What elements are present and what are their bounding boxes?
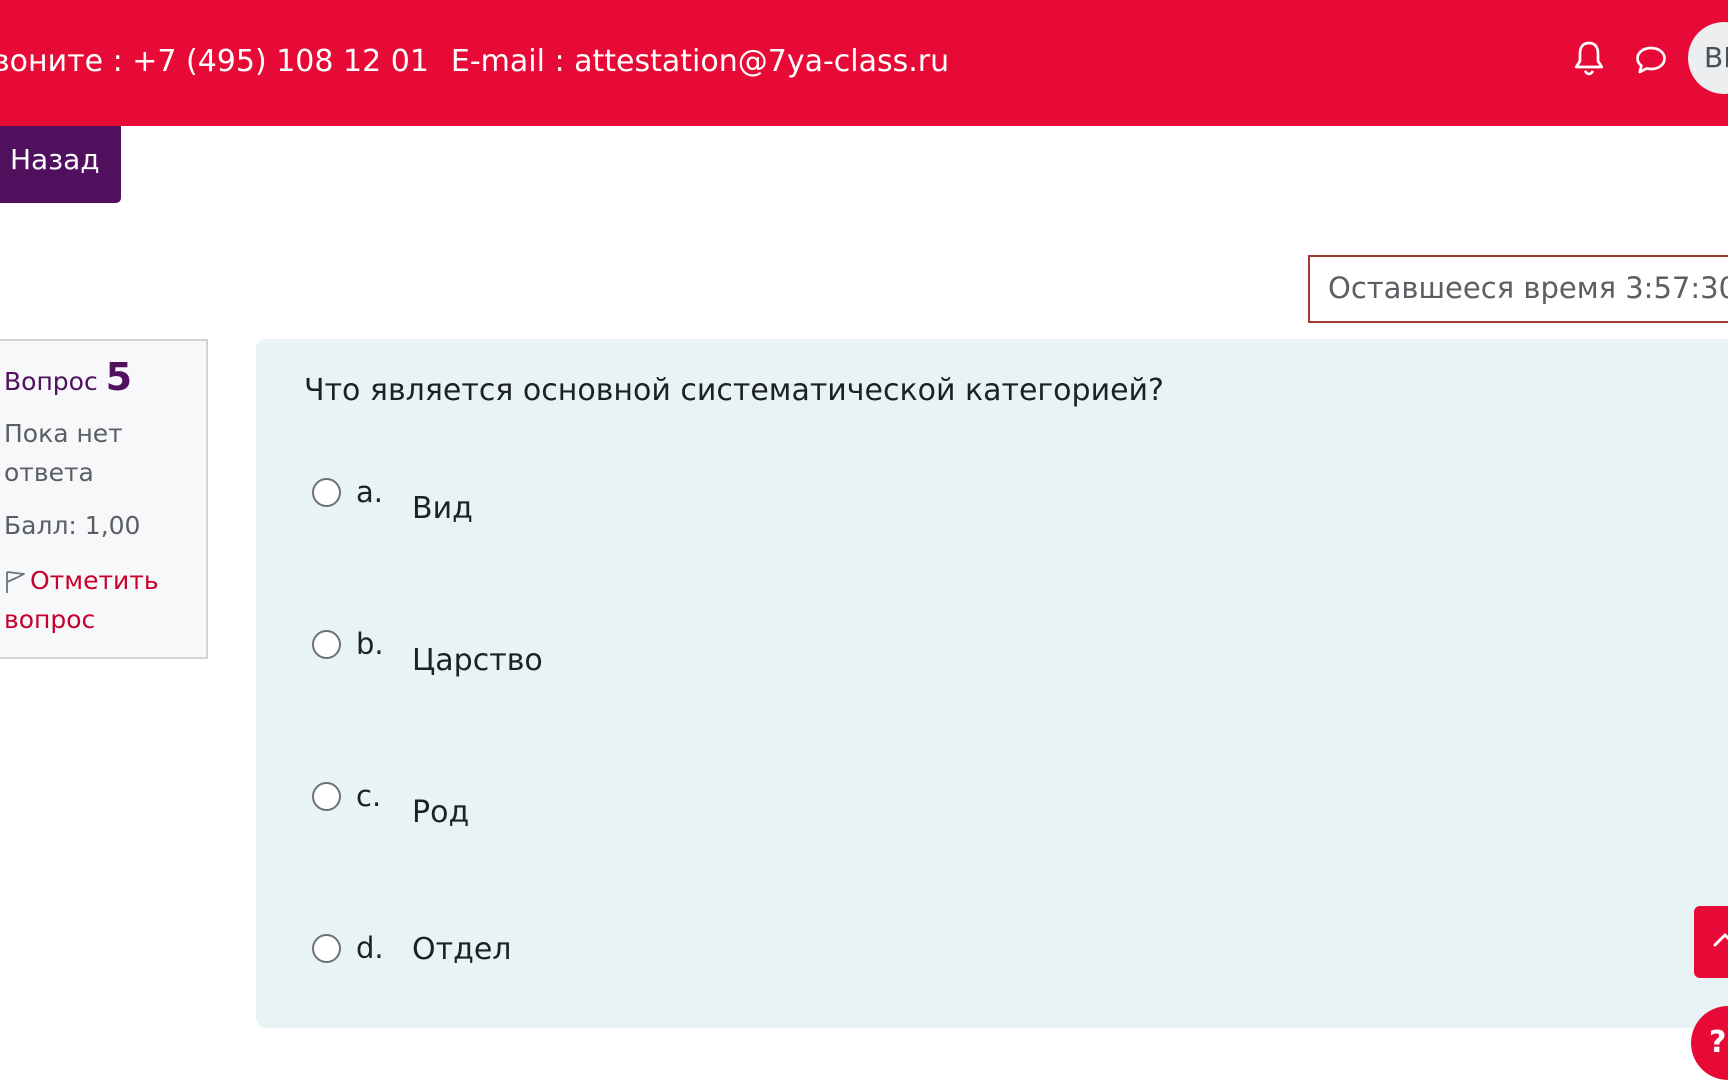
scroll-to-top-button[interactable] [1694, 906, 1728, 978]
flag-icon [6, 571, 25, 593]
phone-text: воните : +7 (495) 108 12 01 [0, 44, 429, 79]
question-content: Что является основной систематической ка… [256, 339, 1728, 1028]
bell-icon[interactable] [1571, 38, 1607, 78]
option-letter: a. [356, 475, 383, 509]
back-button[interactable]: Назад [0, 126, 121, 203]
contact-info: воните : +7 (495) 108 12 01 E-mail : atte… [0, 40, 949, 84]
question-label: Вопрос [4, 367, 98, 396]
option-text[interactable]: Род [412, 791, 469, 835]
email-text: E-mail : attestation@7ya-class.ru [450, 44, 950, 79]
flag-question-link[interactable]: Отметить вопрос [4, 561, 206, 639]
option-letter: d. [356, 931, 384, 965]
radio-button[interactable] [312, 934, 341, 963]
question-number-value: 5 [105, 355, 133, 399]
question-number: Вопрос 5 [4, 355, 206, 404]
question-grade: Балл: 1,00 [4, 511, 141, 540]
radio-button[interactable] [312, 782, 341, 811]
chat-bubble-icon[interactable] [1633, 42, 1669, 78]
question-text: Что является основной систематической ка… [304, 373, 1164, 408]
option-text[interactable]: Отдел [412, 928, 511, 972]
option-text[interactable]: Царство [412, 639, 543, 683]
radio-button[interactable] [312, 478, 341, 507]
option-text[interactable]: Вид [412, 487, 473, 531]
question-info-panel: Вопрос 5 Пока нет ответа Балл: 1,00 Отме… [0, 339, 208, 659]
user-avatar[interactable]: ВІ [1688, 22, 1728, 94]
flag-question-label: Отметить вопрос [4, 566, 159, 634]
remaining-time: Оставшееся время 3:57:30 [1308, 255, 1728, 323]
top-navbar: воните : +7 (495) 108 12 01 E-mail : atte… [0, 0, 1728, 126]
option-letter: b. [356, 627, 384, 661]
chevron-up-icon [1713, 933, 1728, 947]
answer-state: Пока нет ответа [4, 419, 123, 487]
option-letter: c. [356, 779, 382, 813]
radio-button[interactable] [312, 630, 341, 659]
